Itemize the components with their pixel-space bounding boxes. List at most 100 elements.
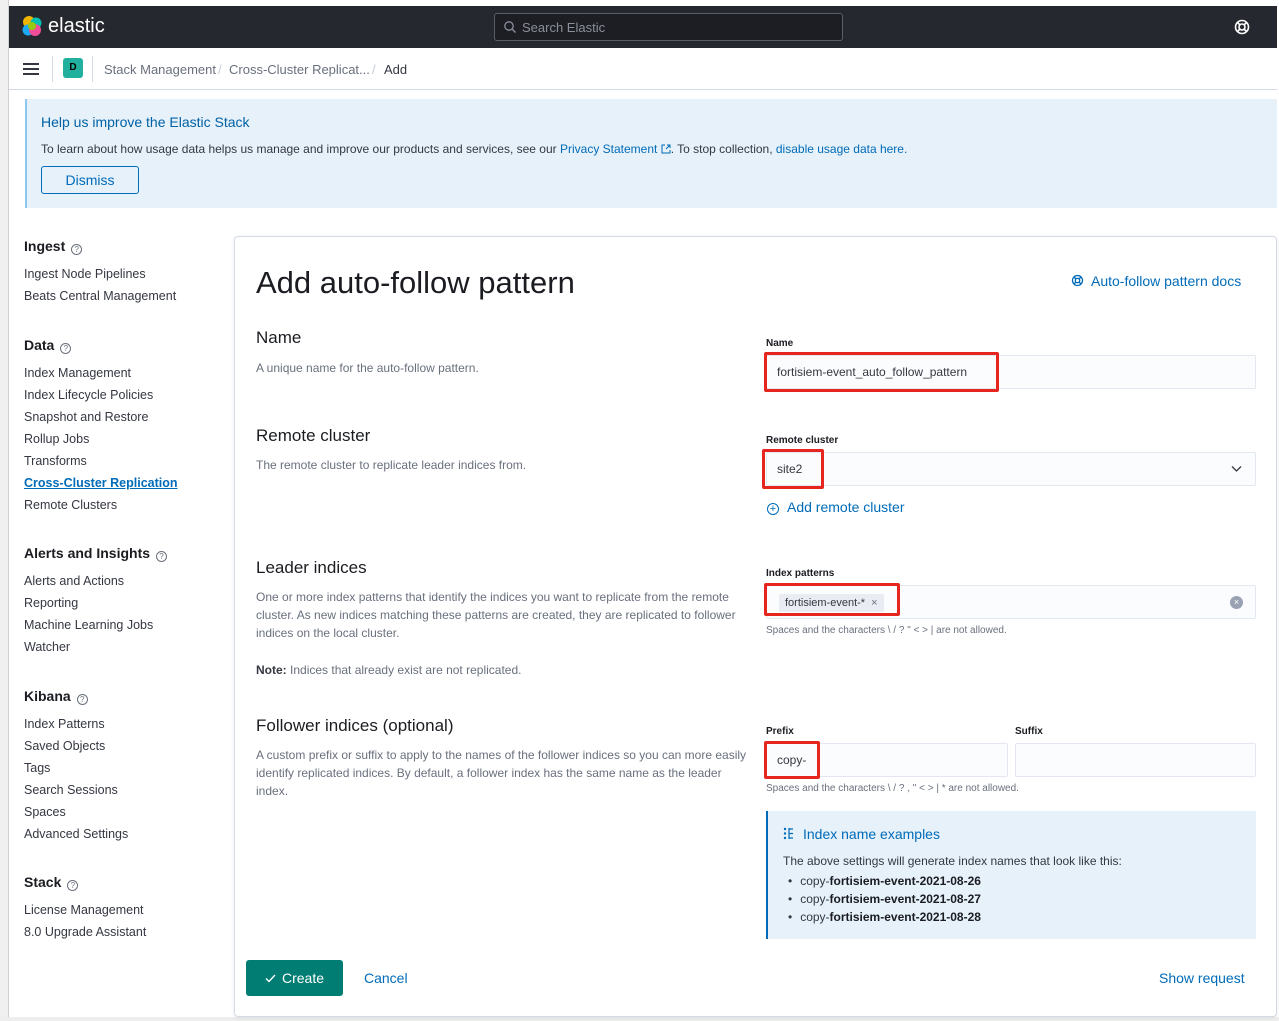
add-remote-cluster-link[interactable]: + Add remote cluster — [767, 499, 905, 515]
nav-group-title: Kibana? — [24, 685, 128, 707]
nav-group-stack: Stack? License Management 8.0 Upgrade As… — [24, 871, 146, 943]
suffix-input[interactable] — [1015, 743, 1256, 777]
nav-group-title: Alerts and Insights? — [24, 542, 168, 564]
external-link-icon — [661, 144, 671, 154]
breadcrumb-cross-cluster-replication[interactable]: Cross-Cluster Replicat... — [229, 62, 370, 77]
leader-indices-note: Note: Indices that already exist are not… — [256, 663, 522, 677]
divider — [52, 56, 53, 82]
highlight-box — [764, 741, 820, 779]
callout-text-prefix: To learn about how usage data helps us m… — [41, 142, 560, 156]
prefix-suffix-help-text: Spaces and the characters \ / ? , " < > … — [766, 783, 1019, 794]
examples-list: copy-fortisiem-event-2021-08-26 copy-for… — [783, 872, 981, 926]
nav-group-alerts-and-insights: Alerts and Insights? Alerts and Actions … — [24, 542, 168, 658]
nav-group-kibana: Kibana? Index Patterns Saved Objects Tag… — [24, 685, 128, 845]
examples-intro: The above settings will generate index n… — [783, 854, 1122, 868]
nav-group-title: Stack? — [24, 871, 146, 893]
chevron-down-icon — [1231, 466, 1242, 472]
page-title: Add auto-follow pattern — [256, 265, 575, 300]
sidebar-item-search-sessions[interactable]: Search Sessions — [24, 779, 128, 801]
sidebar-item-license-management[interactable]: License Management — [24, 899, 146, 921]
telemetry-callout: Help us improve the Elastic Stack To lea… — [25, 99, 1277, 208]
sidebar-item-machine-learning-jobs[interactable]: Machine Learning Jobs — [24, 614, 167, 636]
sidebar-item-beats-central-management[interactable]: Beats Central Management — [24, 285, 176, 307]
callout-title: Help us improve the Elastic Stack — [41, 114, 250, 130]
prefix-field-label: Prefix — [766, 726, 794, 737]
remote-cluster-select[interactable]: site2 — [766, 452, 1256, 486]
search-placeholder: Search Elastic — [522, 20, 606, 35]
list-item: copy-fortisiem-event-2021-08-27 — [783, 890, 981, 908]
privacy-statement-link[interactable]: Privacy Statement — [560, 142, 671, 156]
sidebar-item-index-lifecycle-policies[interactable]: Index Lifecycle Policies — [24, 384, 178, 406]
app-window: elastic Search Elastic D Stack Managemen… — [0, 0, 1279, 1021]
dismiss-button[interactable]: Dismiss — [41, 166, 139, 194]
index-patterns-field-label: Index patterns — [766, 568, 835, 579]
breadcrumb-bar: D Stack Management / Cross-Cluster Repli… — [9, 48, 1277, 90]
window-edge-bottom — [0, 1017, 1279, 1021]
sidebar-item-advanced-settings[interactable]: Advanced Settings — [24, 823, 128, 845]
help-menu-icon[interactable] — [1233, 18, 1251, 36]
remote-cluster-section-title: Remote cluster — [256, 426, 371, 445]
name-section-description: A unique name for the auto-follow patter… — [256, 361, 479, 375]
sidebar-item-ingest-node-pipelines[interactable]: Ingest Node Pipelines — [24, 263, 176, 285]
sidebar-item-index-patterns[interactable]: Index Patterns — [24, 713, 128, 735]
search-input[interactable]: Search Elastic — [494, 13, 843, 41]
disable-usage-data-link[interactable]: disable usage data here. — [776, 142, 907, 156]
show-request-button[interactable]: Show request — [1159, 970, 1245, 986]
info-icon: ? — [76, 694, 88, 705]
leader-indices-section-title: Leader indices — [256, 558, 367, 577]
sidebar-item-index-management[interactable]: Index Management — [24, 362, 178, 384]
sidebar-item-cross-cluster-replication[interactable]: Cross-Cluster Replication — [24, 472, 178, 494]
auto-follow-docs-link[interactable]: Auto-follow pattern docs — [1071, 273, 1241, 289]
sidebar-item-watcher[interactable]: Watcher — [24, 636, 167, 658]
top-header: elastic Search Elastic — [9, 6, 1277, 48]
highlight-box — [764, 583, 900, 616]
index-examples-icon — [783, 827, 793, 840]
sidebar-item-remote-clusters[interactable]: Remote Clusters — [24, 494, 178, 516]
breadcrumb-separator: / — [218, 62, 222, 77]
cancel-button[interactable]: Cancel — [364, 970, 408, 986]
create-button[interactable]: Create — [246, 960, 343, 996]
follower-indices-section-description: A custom prefix or suffix to apply to th… — [256, 748, 747, 798]
list-item: copy-fortisiem-event-2021-08-28 — [783, 908, 981, 926]
remote-cluster-field-label: Remote cluster — [766, 435, 839, 446]
breadcrumb-separator: / — [372, 62, 376, 77]
logo-text[interactable]: elastic — [48, 15, 105, 38]
follower-indices-section-title: Follower indices (optional) — [256, 716, 454, 735]
breadcrumb-stack-management[interactable]: Stack Management — [104, 62, 216, 77]
search-icon — [504, 21, 516, 33]
index-patterns-help-text: Spaces and the characters \ / ? " < > | … — [766, 625, 1007, 636]
elastic-logo-icon[interactable] — [21, 15, 43, 37]
clear-icon[interactable]: × — [1230, 596, 1243, 609]
sidebar-item-snapshot-and-restore[interactable]: Snapshot and Restore — [24, 406, 178, 428]
plus-circle-icon: + — [767, 503, 779, 515]
suffix-field-label: Suffix — [1015, 726, 1043, 737]
info-icon: ? — [71, 244, 83, 255]
list-item: copy-fortisiem-event-2021-08-26 — [783, 872, 981, 890]
sidebar-item-saved-objects[interactable]: Saved Objects — [24, 735, 128, 757]
info-icon: ? — [67, 880, 79, 891]
nav-group-title: Ingest? — [24, 235, 176, 257]
sidebar-item-transforms[interactable]: Transforms — [24, 450, 178, 472]
sidebar-item-alerts-and-actions[interactable]: Alerts and Actions — [24, 570, 167, 592]
nav-group-title: Data? — [24, 334, 178, 356]
callout-text-middle: . To stop collection, — [670, 142, 776, 156]
name-section-title: Name — [256, 328, 302, 347]
sidebar-item-tags[interactable]: Tags — [24, 757, 128, 779]
divider — [92, 56, 93, 82]
main-panel: Add auto-follow pattern Auto-follow patt… — [234, 236, 1277, 1017]
space-avatar[interactable]: D — [63, 58, 83, 78]
examples-title: Index name examples — [783, 826, 940, 842]
menu-icon[interactable] — [23, 62, 39, 76]
sidebar-item-upgrade-assistant[interactable]: 8.0 Upgrade Assistant — [24, 921, 146, 943]
highlight-box — [764, 352, 999, 392]
info-icon: ? — [60, 343, 72, 354]
leader-indices-section-description: One or more index patterns that identify… — [256, 590, 736, 640]
sidebar-item-reporting[interactable]: Reporting — [24, 592, 167, 614]
remote-cluster-section-description: The remote cluster to replicate leader i… — [256, 458, 527, 472]
nav-group-data: Data? Index Management Index Lifecycle P… — [24, 334, 178, 516]
sidebar-item-rollup-jobs[interactable]: Rollup Jobs — [24, 428, 178, 450]
help-icon — [1071, 274, 1084, 287]
sidebar-item-spaces[interactable]: Spaces — [24, 801, 128, 823]
callout-body: To learn about how usage data helps us m… — [41, 142, 907, 156]
nav-group-ingest: Ingest? Ingest Node Pipelines Beats Cent… — [24, 235, 176, 307]
